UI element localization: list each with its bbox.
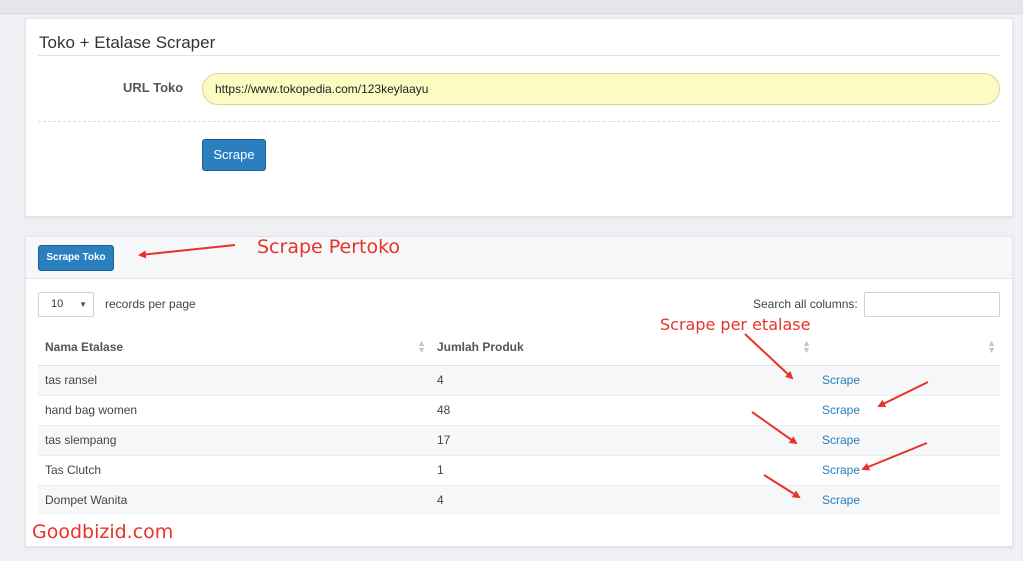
- search-label: Search all columns:: [753, 297, 858, 311]
- table-row: Dompet Wanita 4 Scrape: [38, 484, 1000, 515]
- cell-jumlah-produk: 17: [430, 424, 815, 455]
- cell-nama-etalase: Tas Clutch: [38, 454, 430, 485]
- column-header-jumlah-produk[interactable]: Jumlah Produk ▲ ▼: [430, 329, 815, 366]
- watermark-brand: Goodbizid.com: [32, 521, 174, 543]
- etalase-table: Nama Etalase ▲ ▼ Jumlah Produk ▲ ▼ ▲ ▼ tas …: [38, 329, 1000, 515]
- sort-icon: ▲ ▼: [417, 338, 426, 355]
- column-header-nama-etalase[interactable]: Nama Etalase ▲ ▼: [38, 329, 430, 366]
- cell-jumlah-produk: 48: [430, 394, 815, 425]
- cell-jumlah-produk: 4: [430, 364, 815, 395]
- scrape-button[interactable]: Scrape: [202, 139, 266, 171]
- cell-nama-etalase: tas slempang: [38, 424, 430, 455]
- row-scrape-link[interactable]: Scrape: [822, 403, 860, 417]
- column-header-label: Nama Etalase: [45, 339, 124, 354]
- top-bar: [0, 0, 1023, 14]
- panel-title: Toko + Etalase Scraper: [39, 33, 216, 52]
- results-header: Scrape Toko: [26, 237, 1012, 279]
- form-divider: [38, 121, 1000, 122]
- chevron-down-icon: ▼: [79, 300, 87, 309]
- row-scrape-link[interactable]: Scrape: [822, 463, 860, 477]
- page-length-value: 10: [51, 298, 64, 310]
- url-toko-input[interactable]: [202, 73, 1000, 105]
- column-header-label: Jumlah Produk: [437, 339, 524, 354]
- search-input[interactable]: [864, 292, 1000, 317]
- page-length-label: records per page: [105, 297, 196, 311]
- sort-icon: ▲ ▼: [987, 338, 996, 355]
- annotation-scrape-per-etalase: Scrape per etalase: [660, 315, 811, 334]
- annotation-scrape-pertoko: Scrape Pertoko: [257, 236, 401, 258]
- table-row: hand bag women 48 Scrape: [38, 394, 1000, 425]
- table-row: Tas Clutch 1 Scrape: [38, 454, 1000, 485]
- row-scrape-link[interactable]: Scrape: [822, 373, 860, 387]
- cell-nama-etalase: hand bag women: [38, 394, 430, 425]
- scraper-form-panel: Toko + Etalase Scraper URL Toko Scrape: [25, 18, 1013, 217]
- sort-icon: ▲ ▼: [802, 338, 811, 355]
- table-row: tas ransel 4 Scrape: [38, 364, 1000, 395]
- cell-jumlah-produk: 4: [430, 484, 815, 515]
- cell-jumlah-produk: 1: [430, 454, 815, 485]
- table-row: tas slempang 17 Scrape: [38, 424, 1000, 455]
- url-toko-label: URL Toko: [123, 80, 184, 95]
- cell-nama-etalase: tas ransel: [38, 364, 430, 395]
- scrape-toko-button[interactable]: Scrape Toko: [38, 245, 114, 271]
- row-scrape-link[interactable]: Scrape: [822, 493, 860, 507]
- column-header-action[interactable]: ▲ ▼: [815, 329, 1000, 366]
- table-header-row: Nama Etalase ▲ ▼ Jumlah Produk ▲ ▼ ▲ ▼: [38, 329, 1000, 366]
- results-panel: Scrape Toko 10 ▼ records per page Search…: [25, 236, 1013, 547]
- cell-nama-etalase: Dompet Wanita: [38, 484, 430, 515]
- title-divider: [38, 55, 1000, 56]
- row-scrape-link[interactable]: Scrape: [822, 433, 860, 447]
- page-length-select[interactable]: 10 ▼: [38, 292, 94, 317]
